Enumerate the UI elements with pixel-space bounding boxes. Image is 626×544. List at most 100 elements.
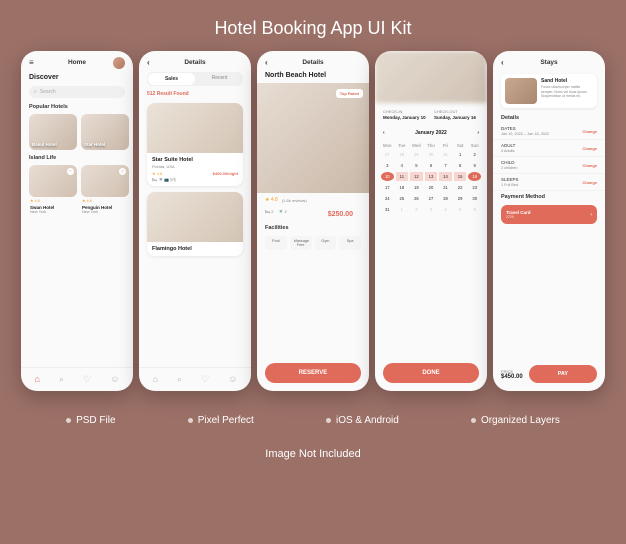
cal-day[interactable]: 11	[396, 172, 409, 181]
tab-recent[interactable]: Recent	[196, 72, 243, 86]
reserve-button[interactable]: RESERVE	[265, 363, 361, 383]
cal-day[interactable]: 31	[439, 150, 452, 159]
facility-item[interactable]: Pool	[265, 236, 287, 250]
heart-icon[interactable]: ♡	[119, 168, 126, 175]
island-card[interactable]: ♡ ★ 4.8 Penguin Hotel New York	[81, 165, 129, 214]
cal-day[interactable]: 19	[410, 183, 423, 192]
bottom-nav: ⌂ ⌕ ♡ ☺	[139, 367, 251, 391]
nav-profile-icon[interactable]: ☺	[110, 374, 119, 385]
cal-day[interactable]: 30	[425, 150, 438, 159]
nav-search-icon[interactable]: ⌕	[177, 374, 182, 385]
nav-search-icon[interactable]: ⌕	[59, 374, 64, 385]
cal-day[interactable]: 6	[425, 161, 438, 170]
popular-scroll[interactable]: Bakul Hotel Star Hotel	[21, 112, 133, 152]
search-icon: ⌕	[34, 89, 37, 95]
payment-card[interactable]: Travel Card 2720 ›	[501, 205, 597, 224]
cal-day[interactable]: 18	[396, 183, 409, 192]
menu-icon[interactable]: ≡	[29, 58, 34, 67]
screen-home: ≡ Home Discover ⌕ Search Popular Hotels …	[21, 51, 133, 391]
next-month-icon[interactable]: ›	[477, 130, 479, 136]
done-button[interactable]: DONE	[383, 363, 479, 383]
cal-day[interactable]: 5	[454, 205, 467, 214]
nav-home-icon[interactable]: ⌂	[35, 374, 40, 385]
cal-day[interactable]: 26	[410, 194, 423, 203]
facility-item[interactable]: Massage Free	[290, 236, 312, 250]
cal-day[interactable]: 17	[381, 183, 394, 192]
bullet-icon	[471, 418, 476, 423]
nav-fav-icon[interactable]: ♡	[201, 374, 209, 385]
cal-day[interactable]: 1	[454, 150, 467, 159]
popular-label: Popular Hotels	[21, 101, 133, 112]
row-adult: ADULT4 Adults Change	[493, 140, 605, 157]
cal-day[interactable]: 21	[439, 183, 452, 192]
cal-day[interactable]: 6	[468, 205, 481, 214]
island-scroll[interactable]: ♡ ★ 4.8 Swan Hotel New York ♡ ★ 4.8 Peng…	[21, 163, 133, 216]
details-header: ‹ Details	[139, 51, 251, 70]
nav-fav-icon[interactable]: ♡	[83, 374, 91, 385]
checkin-col[interactable]: CHECK-IN Monday, January 10	[383, 109, 428, 120]
change-button[interactable]: Change	[582, 163, 597, 168]
cal-day[interactable]: 25	[396, 194, 409, 203]
cal-day[interactable]: 22	[454, 183, 467, 192]
cal-day[interactable]: 29	[410, 150, 423, 159]
search-input[interactable]: ⌕ Search	[29, 86, 125, 98]
heart-icon[interactable]: ♡	[67, 168, 74, 175]
tabs: Sales Recent	[147, 72, 243, 86]
cal-day[interactable]: 7	[439, 161, 452, 170]
popular-card[interactable]: Star Hotel	[81, 114, 129, 150]
popular-card[interactable]: Bakul Hotel	[29, 114, 77, 150]
tab-sales[interactable]: Sales	[148, 73, 195, 85]
cal-day[interactable]: 27	[381, 150, 394, 159]
hotel-card[interactable]: Flamingo Hotel	[147, 192, 243, 256]
cal-day[interactable]: 5	[410, 161, 423, 170]
pay-row: PRICE $450.00 PAY	[501, 365, 597, 383]
checkout-col[interactable]: CHECK-OUT Sunday, January 16	[434, 109, 479, 120]
cal-day[interactable]: 9	[468, 161, 481, 170]
cal-day[interactable]: 8	[454, 161, 467, 170]
back-icon[interactable]: ‹	[147, 58, 150, 67]
pay-button[interactable]: PAY	[529, 365, 597, 383]
change-button[interactable]: Change	[582, 146, 597, 151]
cal-day-end[interactable]: 16	[468, 172, 481, 181]
cal-day[interactable]: 3	[425, 205, 438, 214]
cal-day[interactable]: 12	[410, 172, 423, 181]
back-icon[interactable]: ‹	[501, 58, 504, 67]
cal-day[interactable]: 4	[439, 205, 452, 214]
summary-image	[505, 78, 537, 104]
cal-day[interactable]: 28	[439, 194, 452, 203]
cal-day[interactable]: 28	[396, 150, 409, 159]
nav-home-icon[interactable]: ⌂	[153, 374, 158, 385]
bullet-icon	[66, 418, 71, 423]
cal-day[interactable]: 1	[396, 205, 409, 214]
change-button[interactable]: Change	[582, 180, 597, 185]
cal-day[interactable]: 29	[454, 194, 467, 203]
nav-profile-icon[interactable]: ☺	[228, 374, 237, 385]
change-button[interactable]: Change	[582, 129, 597, 134]
cal-day[interactable]: 24	[381, 194, 394, 203]
prev-month-icon[interactable]: ‹	[383, 130, 385, 136]
cal-day[interactable]: 20	[425, 183, 438, 192]
hotel-card[interactable]: Star Suite Hotel Florida, USA ★ 4.8 $400…	[147, 103, 243, 186]
cal-day[interactable]: 2	[410, 205, 423, 214]
row-child: CHILD2 children Change	[493, 157, 605, 174]
cal-day[interactable]: 23	[468, 183, 481, 192]
top-rated-badge: Top Rated	[336, 89, 363, 98]
cal-day[interactable]: 27	[425, 194, 438, 203]
cal-day[interactable]: 3	[381, 161, 394, 170]
summary-card: Sand Hotel Fusce ullamcorper mattis semp…	[501, 74, 597, 108]
cal-day[interactable]: 15	[454, 172, 467, 181]
cal-day[interactable]: 31	[381, 205, 394, 214]
cal-day[interactable]: 30	[468, 194, 481, 203]
island-card[interactable]: ♡ ★ 4.8 Swan Hotel New York	[29, 165, 77, 214]
cal-day[interactable]: 14	[439, 172, 452, 181]
cal-day[interactable]: 4	[396, 161, 409, 170]
facility-item[interactable]: Spa	[339, 236, 361, 250]
cal-day-start[interactable]: 10	[381, 172, 394, 181]
footer-note: Image Not Included	[0, 434, 626, 474]
summary-title: Sand Hotel	[541, 78, 593, 84]
cal-day[interactable]: 2	[468, 150, 481, 159]
cal-day[interactable]: 13	[425, 172, 438, 181]
avatar[interactable]	[113, 57, 125, 69]
facility-item[interactable]: Gym	[315, 236, 337, 250]
back-icon[interactable]: ‹	[265, 58, 268, 67]
